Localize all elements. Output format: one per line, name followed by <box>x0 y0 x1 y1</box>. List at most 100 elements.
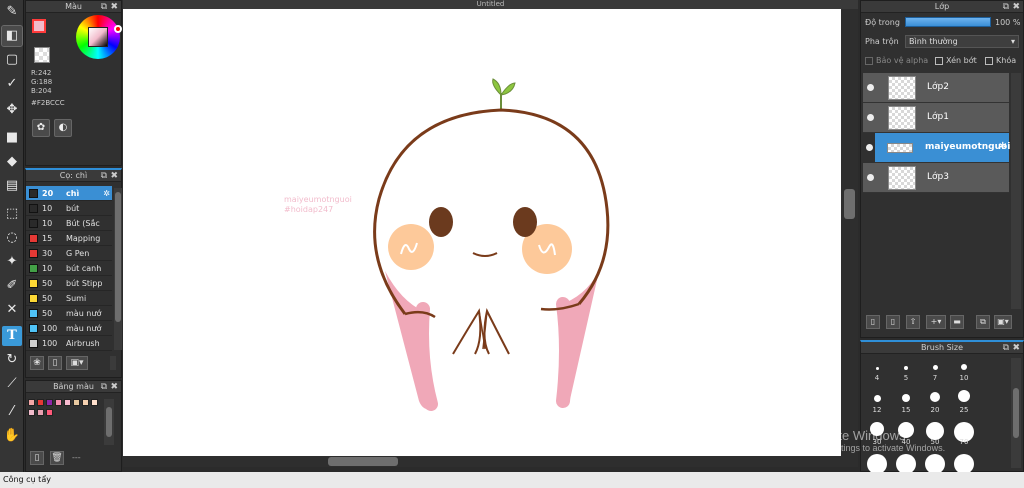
hue-marker[interactable] <box>114 25 122 33</box>
checkbox[interactable] <box>865 56 873 65</box>
brush-item[interactable]: 10 bút canh <box>26 261 112 276</box>
brush-item[interactable]: 100 màu nướ <box>26 321 112 336</box>
add-layer-menu-icon[interactable]: +▾ <box>926 315 946 329</box>
pen-tool-icon[interactable]: ✓ <box>2 74 22 94</box>
brush-item[interactable]: 10 Bút (Sắc <box>26 216 112 231</box>
ruler-tool-icon[interactable]: ⟋ <box>2 374 22 394</box>
brush-size-option[interactable]: 7 <box>923 358 947 382</box>
brush-list-scrollbar[interactable] <box>114 188 122 350</box>
eye-icon[interactable] <box>866 144 873 151</box>
close-icon[interactable]: ✖ <box>110 170 118 182</box>
popout-icon[interactable]: ⧉ <box>1003 342 1009 354</box>
palette-swatch[interactable] <box>91 399 98 406</box>
layer-item[interactable]: Lớp1 <box>863 103 1009 133</box>
palette-swatch[interactable] <box>28 399 35 406</box>
brush-tool-icon[interactable]: ✎ <box>2 2 22 22</box>
text-tool-icon[interactable]: T <box>2 326 22 346</box>
gear-icon[interactable]: ✲ <box>999 141 1007 152</box>
gear-icon[interactable]: ✲ <box>103 186 110 200</box>
brush-item[interactable]: 10 bút <box>26 201 112 216</box>
brush-size-option[interactable]: 5 <box>894 358 918 382</box>
palette-swatch[interactable] <box>37 409 44 416</box>
drawing-paper[interactable]: maiyeumotnguoi #hoidap247 <box>123 9 841 456</box>
protect-alpha-toggle[interactable]: Bảo vệ alpha <box>865 56 928 65</box>
palette-swatch[interactable] <box>37 399 44 406</box>
color-mix-icon[interactable]: ◐ <box>54 119 72 137</box>
close-icon[interactable]: ✖ <box>110 1 118 13</box>
brush-item[interactable]: 30 G Pen <box>26 246 112 261</box>
close-icon[interactable]: ✖ <box>1012 1 1020 13</box>
hand-tool-icon[interactable]: ✋ <box>2 426 22 446</box>
popout-icon[interactable]: ⧉ <box>101 170 107 182</box>
eyedropper-icon[interactable]: ⁄ <box>2 402 22 422</box>
fill-shape-tool-icon[interactable]: ■ <box>2 128 22 148</box>
popout-icon[interactable]: ⧉ <box>1003 1 1009 13</box>
close-icon[interactable]: ✖ <box>1012 342 1020 354</box>
brush-item[interactable]: 50 màu nướ <box>26 306 112 321</box>
brush-size-option[interactable]: 15 <box>894 390 918 414</box>
layer-menu-icon[interactable]: ▣▾ <box>994 315 1012 329</box>
layer-item[interactable]: Lớp3 <box>863 163 1009 193</box>
palette-scrollbar[interactable] <box>104 399 114 445</box>
brush-item[interactable]: 50 Sumi <box>26 291 112 306</box>
foreground-color-swatch[interactable] <box>32 19 46 33</box>
popout-icon[interactable]: ⧉ <box>101 1 107 13</box>
close-icon[interactable]: ✖ <box>110 381 118 393</box>
brush-size-option[interactable]: 25 <box>952 390 976 414</box>
opacity-slider[interactable] <box>905 17 991 27</box>
document-tab[interactable]: Untitled <box>123 0 858 9</box>
lasso-icon[interactable]: ◌ <box>2 228 22 248</box>
eye-icon[interactable] <box>867 174 874 181</box>
eye-icon[interactable] <box>867 84 874 91</box>
add-color-icon[interactable]: ▯ <box>30 451 44 465</box>
scroll-thumb[interactable] <box>844 189 855 219</box>
select-eraser-icon[interactable]: ✕ <box>2 300 22 320</box>
new-layer-2-icon[interactable]: ▯ <box>886 315 900 329</box>
move-tool-icon[interactable]: ✥ <box>2 100 22 120</box>
bucket-tool-icon[interactable]: ◆ <box>2 152 22 172</box>
eraser-tool-icon[interactable]: ◧ <box>1 25 23 47</box>
brush-item[interactable]: 100 Airbrush <box>26 336 112 351</box>
canvas-horizontal-scrollbar[interactable] <box>123 456 858 467</box>
brush-settings-icon[interactable]: ❀ <box>30 356 44 370</box>
select-pen-icon[interactable]: ✐ <box>2 276 22 296</box>
palette-swatch[interactable] <box>82 399 89 406</box>
transparent-color-swatch[interactable] <box>34 47 50 63</box>
palette-swatch[interactable] <box>73 399 80 406</box>
duplicate-layer-icon[interactable]: ⧉ <box>976 315 990 329</box>
brush-item[interactable]: 20 chì ✲ <box>26 186 112 201</box>
brush-menu-icon[interactable]: ▣▾ <box>66 356 88 370</box>
color-wheel[interactable] <box>76 15 122 59</box>
new-layer-icon[interactable]: ▯ <box>866 315 880 329</box>
layer-item[interactable]: Lớp2 <box>863 73 1009 103</box>
popout-icon[interactable]: ⧉ <box>101 381 107 393</box>
clip-toggle[interactable]: Xén bớt <box>935 56 977 65</box>
brush-size-slider[interactable] <box>110 356 116 370</box>
palette-icon[interactable]: ✿ <box>32 119 50 137</box>
scroll-thumb[interactable] <box>1013 388 1019 438</box>
brush-item[interactable]: 50 bút Stipp <box>26 276 112 291</box>
import-layer-icon[interactable]: ⇧ <box>906 315 920 329</box>
canvas-vertical-scrollbar[interactable] <box>841 9 858 456</box>
checkbox[interactable] <box>935 56 943 65</box>
palette-swatch[interactable] <box>55 399 62 406</box>
brush-size-option[interactable]: 20 <box>923 390 947 414</box>
brush-item[interactable]: 15 Mapping <box>26 231 112 246</box>
brush-size-option[interactable]: 12 <box>865 390 889 414</box>
brush-size-scrollbar[interactable] <box>1011 358 1021 468</box>
palette-swatch[interactable] <box>64 399 71 406</box>
scroll-thumb[interactable] <box>115 192 121 322</box>
delete-color-icon[interactable]: 🗑 <box>50 451 64 465</box>
palette-swatch[interactable] <box>46 399 53 406</box>
brush-size-option[interactable]: 4 <box>865 358 889 382</box>
palette-swatch[interactable] <box>46 409 53 416</box>
layer-item[interactable]: maiyeumotnguoi ✲ <box>866 133 1010 163</box>
blend-mode-select[interactable]: Bình thường ▾ <box>905 35 1019 48</box>
scroll-thumb[interactable] <box>106 407 112 437</box>
rectangle-tool-icon[interactable]: ▢ <box>2 50 22 70</box>
layer-list-scrollbar[interactable] <box>1011 73 1021 309</box>
palette-swatch[interactable] <box>28 409 35 416</box>
eye-icon[interactable] <box>867 114 874 121</box>
gradient-tool-icon[interactable]: ▤ <box>2 176 22 196</box>
transform-tool-icon[interactable]: ↻ <box>2 350 22 370</box>
